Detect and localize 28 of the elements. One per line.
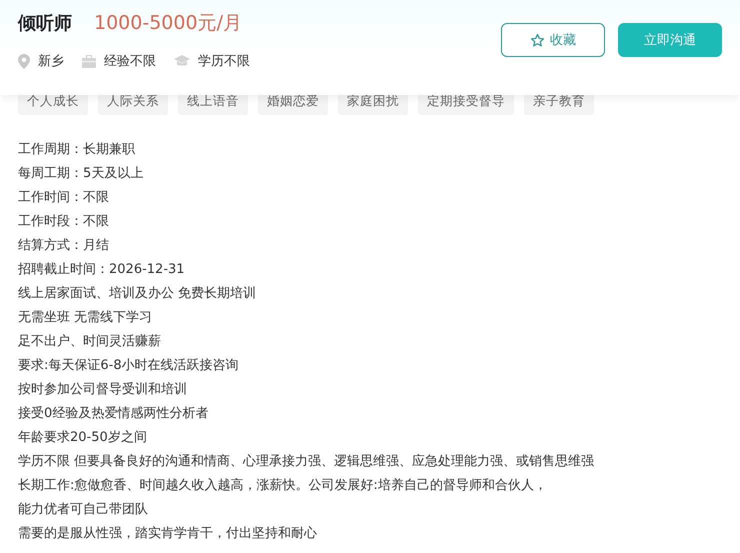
description-line: 工作周期：长期兼职 — [18, 141, 136, 159]
description-line: 要求:每天保证6-8小时在线活跃接咨询 — [18, 357, 240, 375]
description-line: 长期工作:愈做愈香、时间越久收入越高，涨薪快。公司发展好:培养自己的督导师和合伙人， — [18, 477, 548, 495]
description-line: 无需坐班 无需线下学习 — [18, 309, 154, 327]
description-line: 工作时间：不限 — [18, 189, 110, 207]
description-line: 年龄要求20-50岁之间 — [18, 429, 148, 447]
description-line: 工作时段：不限 — [18, 213, 110, 231]
description-line: 需要的是服从性强，踏实肯学肯干，付出坚持和耐心 — [18, 525, 318, 543]
description-line: 招聘截止时间：2026-12-31 — [18, 261, 186, 279]
description-line: 按时参加公司督导受训和培训 — [18, 381, 188, 399]
graduation-cap-icon — [174, 55, 190, 67]
education-text: 学历不限 — [198, 53, 250, 70]
description-line: 结算方式：月结 — [18, 237, 110, 255]
salary: 1000-5000元/月 — [94, 11, 242, 36]
description-line: 足不出户、时间灵活赚薪 — [18, 333, 162, 351]
favorite-button[interactable]: 收藏 — [501, 23, 605, 57]
description-line: 线上居家面试、培训及办公 免费长期培训 — [18, 285, 258, 303]
description-line: 学历不限 但要具备良好的沟通和情商、心理承接力强、逻辑思维强、应急处理能力强、或销售思维强 — [18, 453, 596, 471]
chat-button[interactable]: 立即沟通 — [618, 23, 722, 57]
description-line: 每周工期：5天及以上 — [18, 165, 144, 183]
briefcase-icon — [82, 54, 96, 68]
location-pin-icon — [18, 54, 30, 68]
job-title: 倾听师 — [18, 12, 72, 35]
experience-text: 经验不限 — [104, 53, 156, 70]
description-line: 能力优者可自己带团队 — [18, 501, 149, 519]
description-line: 接受0经验及热爱情感两性分析者 — [18, 405, 210, 423]
location-text: 新乡 — [38, 53, 64, 70]
star-icon — [530, 32, 545, 48]
